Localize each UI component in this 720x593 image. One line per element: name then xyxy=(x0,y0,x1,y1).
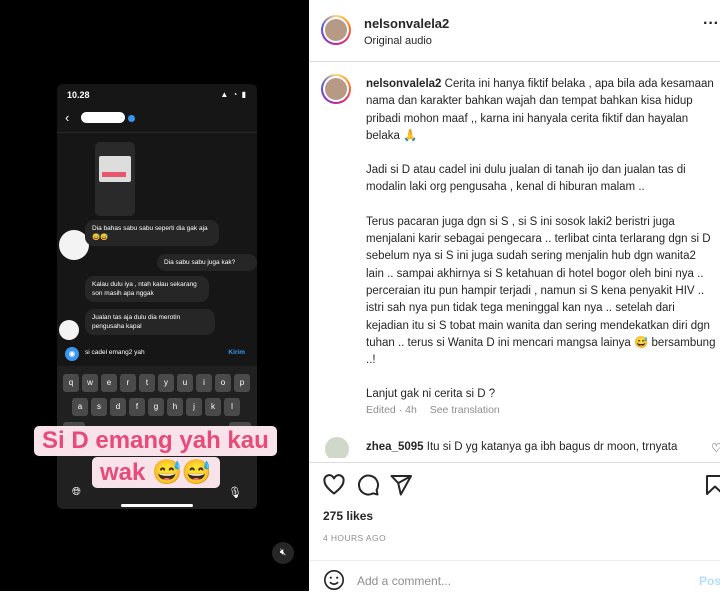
instagram-post-view: 10.28 ▲ ◔ ▮ ‹ Dia bahas sabu sabu sepert… xyxy=(0,0,720,591)
chat-bubble: Kalau dulu iya , ntah kalau sekarang son… xyxy=(85,276,209,302)
emoji-smiley-icon[interactable] xyxy=(323,569,345,591)
share-send-icon[interactable] xyxy=(389,473,413,497)
chat-header: ‹ xyxy=(57,106,257,133)
mute-button[interactable]: 🔇︎ xyxy=(272,542,294,564)
post-timestamp[interactable]: 4 HOURS AGO xyxy=(323,533,386,543)
caption-avatar[interactable] xyxy=(321,74,351,104)
shared-post-banner xyxy=(102,172,126,177)
author-avatar[interactable] xyxy=(321,15,351,45)
redacted-username xyxy=(81,112,125,123)
comment-like-icon[interactable]: ♡ xyxy=(711,441,720,455)
shared-post-image xyxy=(99,156,131,182)
comment-body: Itu si D yg katanya ga ibh bagus dr moon… xyxy=(426,441,678,453)
caption-line-1: Si D emang yah kau xyxy=(34,426,277,456)
home-indicator xyxy=(121,504,193,507)
verified-badge-icon xyxy=(128,115,135,122)
keyboard-key: t xyxy=(139,374,155,392)
keyboard-key: p xyxy=(234,374,250,392)
audio-label[interactable]: Original audio xyxy=(364,35,432,47)
commenter-avatar[interactable] xyxy=(325,437,349,458)
keyboard-key: r xyxy=(120,374,136,392)
status-time: 10.28 xyxy=(67,90,90,100)
keyboard-key: j xyxy=(186,398,202,416)
caption-meta: Edited · 4h See translation xyxy=(366,404,510,416)
edited-label: Edited · 4h xyxy=(366,404,417,416)
chat-bubble: Dia bahas sabu sabu seperti dia gak aja … xyxy=(85,220,219,246)
comment-text: zhea_5095 Itu si D yg katanya ga ibh bag… xyxy=(366,441,677,453)
send-label: Kirim xyxy=(228,349,245,356)
likes-count[interactable]: 275 likes xyxy=(323,509,373,523)
author-username[interactable]: nelsonvalela2 xyxy=(364,16,449,31)
caption-username[interactable]: nelsonvalela2 xyxy=(366,78,441,90)
caption-paragraph-2: Jadi si D atau cadel ini dulu jualan di … xyxy=(366,164,686,194)
keyboard-key: s xyxy=(91,398,107,416)
like-heart-icon[interactable] xyxy=(322,473,346,497)
chat-bubble: Dia sabu sabu juga kak? xyxy=(157,254,257,271)
keyboard-key: o xyxy=(215,374,231,392)
keyboard-row: asdfghjkl xyxy=(57,398,257,416)
keyboard-key: d xyxy=(110,398,126,416)
chat-bubble: Jualan tas aja dulu dia merotin pengusah… xyxy=(85,309,215,335)
caption-line-2: wak 😅😅 xyxy=(92,457,220,488)
keyboard-key: q xyxy=(63,374,79,392)
keyboard-key: y xyxy=(158,374,174,392)
keyboard-key: g xyxy=(148,398,164,416)
post-comment-button[interactable]: Post xyxy=(699,574,720,588)
comment-bubble-icon[interactable] xyxy=(356,473,380,497)
keyboard-key: w xyxy=(82,374,98,392)
post-caption: nelsonvalela2 Cerita ini hanya fiktif be… xyxy=(366,76,716,404)
keyboard-key: k xyxy=(205,398,221,416)
comments-area: nelsonvalela2 Cerita ini hanya fiktif be… xyxy=(309,62,720,458)
status-icons: ▲ ◔ ▮ xyxy=(220,90,247,99)
commenter-username[interactable]: zhea_5095 xyxy=(366,441,424,453)
keyboard-key: i xyxy=(196,374,212,392)
comment-row: zhea_5095 Itu si D yg katanya ga ibh bag… xyxy=(325,436,720,458)
keyboard-key: e xyxy=(101,374,117,392)
chat-composer: ◉ si cadel emang2 yah Kirim xyxy=(63,344,251,364)
keyboard-key: h xyxy=(167,398,183,416)
see-translation-link[interactable]: See translation xyxy=(430,404,500,416)
keyboard-key: l xyxy=(224,398,240,416)
save-bookmark-icon[interactable] xyxy=(703,473,720,497)
censor-blob xyxy=(59,320,79,340)
caption-paragraph-3: Terus pacaran juga dgn si S , si S ini s… xyxy=(366,215,716,367)
camera-icon: ◉ xyxy=(65,347,79,361)
post-header: nelsonvalela2 Original audio ··· xyxy=(309,0,720,62)
post-sidebar: nelsonvalela2 Original audio ··· nelsonv… xyxy=(309,0,720,591)
post-actions: 275 likes 4 HOURS AGO Add a comment... P… xyxy=(309,462,720,590)
keyboard-key: a xyxy=(72,398,88,416)
keyboard-key: u xyxy=(177,374,193,392)
post-media[interactable]: 10.28 ▲ ◔ ▮ ‹ Dia bahas sabu sabu sepert… xyxy=(0,0,309,591)
keyboard-row: qwertyuiop xyxy=(57,374,257,392)
shared-post-thumbnail xyxy=(95,142,135,216)
more-options-icon[interactable]: ··· xyxy=(703,15,719,33)
caption-paragraph-4: Lanjut gak ni cerita si D ? xyxy=(366,388,496,401)
keyboard-key: f xyxy=(129,398,145,416)
back-chevron-icon: ‹ xyxy=(65,110,70,125)
composer-text: si cadel emang2 yah xyxy=(85,349,145,356)
add-comment-input[interactable]: Add a comment... xyxy=(357,574,451,588)
add-comment-bar: Add a comment... Post xyxy=(309,560,720,593)
story-caption: Si D emang yah kau wak 😅😅 xyxy=(34,426,277,494)
